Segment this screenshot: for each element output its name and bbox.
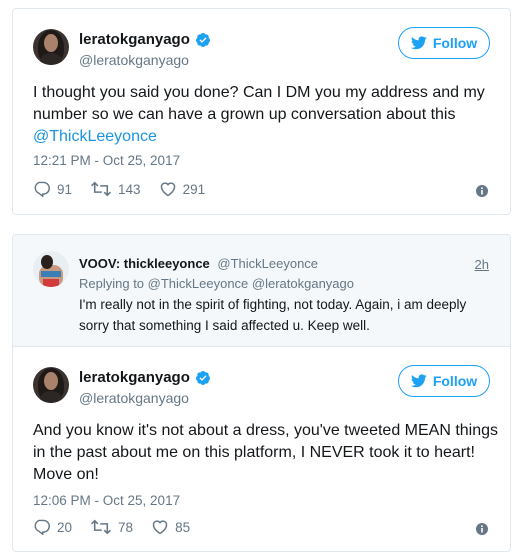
like-icon <box>160 182 175 197</box>
reply-action[interactable]: 20 <box>33 519 72 535</box>
verified-icon <box>195 370 210 385</box>
mention-link[interactable]: @ThickLeeyonce <box>33 128 157 145</box>
retweet-icon <box>91 519 112 535</box>
author-name-row[interactable]: leratokganyago <box>79 31 211 48</box>
like-action[interactable]: 291 <box>159 181 206 197</box>
like-count: 85 <box>175 519 191 535</box>
retweet-count: 78 <box>118 519 134 535</box>
tweet-card: leratokganyago @leratokganyago Follow I … <box>12 8 511 215</box>
tweet-text: And you know it's not about a dress, you… <box>33 422 499 483</box>
reply-display-name[interactable]: VOOV: thickleeyonce <box>79 256 210 271</box>
like-count: 291 <box>182 181 206 197</box>
reply-text: I'm really not in the spirit of fighting… <box>79 297 467 333</box>
retweet-action[interactable]: 78 <box>90 519 133 535</box>
author-name-row[interactable]: leratokganyago <box>79 369 211 386</box>
tweet: leratokganyago @leratokganyago Follow An… <box>13 347 510 551</box>
avatar[interactable] <box>33 29 69 65</box>
tweet-text: I thought you said you done? Can I DM yo… <box>33 82 503 148</box>
reply-handle[interactable]: @ThickLeeyonce <box>217 256 318 271</box>
like-icon <box>152 520 168 535</box>
twitter-bird-icon <box>410 374 427 388</box>
reply-icon <box>34 181 50 197</box>
reply-icon <box>34 519 50 535</box>
display-name[interactable]: leratokganyago <box>79 31 190 48</box>
handle[interactable]: @leratokganyago <box>79 390 189 406</box>
tweet-body: I thought you said you done? Can I DM yo… <box>33 84 485 123</box>
follow-label: Follow <box>432 35 478 51</box>
reply-count: 91 <box>57 181 73 197</box>
handle[interactable]: @leratokganyago <box>79 52 189 68</box>
quoted-reply[interactable]: VOOV: thickleeyonce @ThickLeeyonce 2h Re… <box>13 235 510 347</box>
tweet: leratokganyago @leratokganyago Follow I … <box>13 9 510 214</box>
tweet-actions: 91 143 291 <box>33 181 223 197</box>
avatar[interactable] <box>33 367 69 403</box>
reply-time[interactable]: 2h <box>475 257 489 272</box>
timestamp[interactable]: 12:06 PM - Oct 25, 2017 <box>33 493 180 508</box>
follow-label: Follow <box>432 373 478 389</box>
reply-action[interactable]: 91 <box>33 181 72 197</box>
reply-header: VOOV: thickleeyonce @ThickLeeyonce <box>79 256 318 271</box>
display-name[interactable]: leratokganyago <box>79 369 190 386</box>
retweet-action[interactable]: 143 <box>90 181 141 197</box>
follow-button[interactable]: Follow <box>398 27 490 59</box>
verified-icon <box>195 32 210 47</box>
replying-to: Replying to @ThickLeeyonce @leratokganya… <box>79 276 354 291</box>
reply-count: 20 <box>57 519 73 535</box>
info-icon[interactable] <box>476 185 488 197</box>
timestamp[interactable]: 12:21 PM - Oct 25, 2017 <box>33 153 180 168</box>
twitter-bird-icon <box>410 36 427 50</box>
retweet-count: 143 <box>118 181 141 197</box>
reply-avatar[interactable] <box>33 251 69 287</box>
tweet-actions: 20 78 85 <box>33 519 208 535</box>
retweet-icon <box>91 181 112 197</box>
info-icon[interactable] <box>476 523 488 535</box>
tweet-card-with-reply: VOOV: thickleeyonce @ThickLeeyonce 2h Re… <box>12 234 511 552</box>
like-action[interactable]: 85 <box>151 519 190 535</box>
follow-button[interactable]: Follow <box>398 365 490 397</box>
